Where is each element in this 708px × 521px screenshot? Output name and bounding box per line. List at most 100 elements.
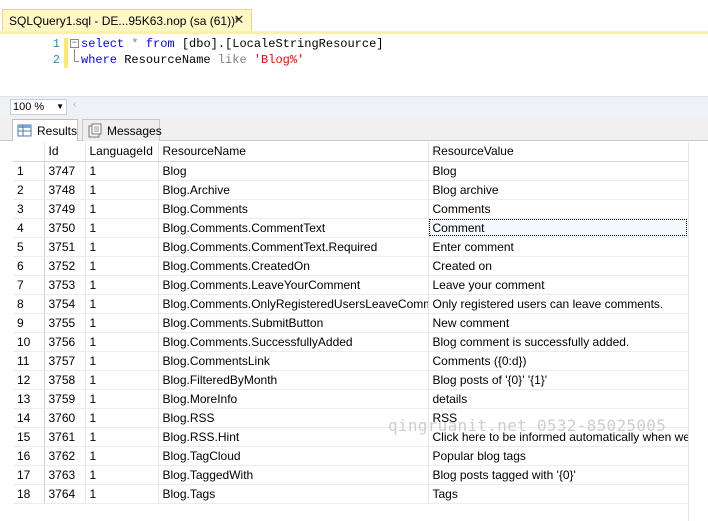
row-number-cell[interactable]: 7 <box>13 275 45 295</box>
languageid-cell[interactable]: 1 <box>85 465 159 485</box>
languageid-cell[interactable]: 1 <box>85 427 159 447</box>
resourcevalue-cell[interactable]: Blog comment is successfully added. <box>428 332 689 352</box>
id-cell[interactable]: 3762 <box>44 446 86 466</box>
id-cell[interactable]: 3748 <box>44 180 86 200</box>
tab-messages[interactable]: Messages <box>82 119 162 141</box>
languageid-cell[interactable]: 1 <box>85 294 159 314</box>
languageid-cell[interactable]: 1 <box>85 218 159 238</box>
table-row[interactable]: 1 3747 1 Blog Blog <box>13 161 689 181</box>
languageid-cell[interactable]: 1 <box>85 180 159 200</box>
resourcename-cell[interactable]: Blog.Comments.SuccessfullyAdded <box>158 332 429 352</box>
resourcename-cell[interactable]: Blog.CommentsLink <box>158 351 429 371</box>
table-row[interactable]: 6 3752 1 Blog.Comments.CreatedOn Created on <box>13 256 689 276</box>
table-row[interactable]: 4 3750 1 Blog.Comments.CommentText Comment <box>13 218 689 238</box>
id-cell[interactable]: 3761 <box>44 427 86 447</box>
row-number-cell[interactable]: 18 <box>13 484 45 504</box>
row-number-cell[interactable]: 15 <box>13 427 45 447</box>
resourcevalue-cell[interactable]: New comment <box>428 313 689 333</box>
column-header-resourcevalue[interactable]: ResourceValue <box>428 142 689 162</box>
id-cell[interactable]: 3750 <box>44 218 86 238</box>
languageid-cell[interactable]: 1 <box>85 446 159 466</box>
resourcevalue-cell[interactable]: Leave your comment <box>428 275 689 295</box>
resourcename-cell[interactable]: Blog.Comments.CreatedOn <box>158 256 429 276</box>
row-number-header[interactable] <box>13 142 45 162</box>
row-number-cell[interactable]: 6 <box>13 256 45 276</box>
resourcename-cell[interactable]: Blog.TaggedWith <box>158 465 429 485</box>
column-header-languageid[interactable]: LanguageId <box>85 142 159 162</box>
id-cell[interactable]: 3758 <box>44 370 86 390</box>
table-row[interactable]: 13 3759 1 Blog.MoreInfo details <box>13 389 689 409</box>
id-cell[interactable]: 3757 <box>44 351 86 371</box>
row-number-cell[interactable]: 11 <box>13 351 45 371</box>
resourcename-cell[interactable]: Blog.Tags <box>158 484 429 504</box>
id-cell[interactable]: 3755 <box>44 313 86 333</box>
table-row[interactable]: 16 3762 1 Blog.TagCloud Popular blog tags <box>13 446 689 466</box>
languageid-cell[interactable]: 1 <box>85 351 159 371</box>
languageid-cell[interactable]: 1 <box>85 408 159 428</box>
column-header-id[interactable]: Id <box>44 142 86 162</box>
id-cell[interactable]: 3760 <box>44 408 86 428</box>
resourcename-cell[interactable]: Blog.Archive <box>158 180 429 200</box>
resourcename-cell[interactable]: Blog.Comments.LeaveYourComment <box>158 275 429 295</box>
row-number-cell[interactable]: 1 <box>13 161 45 181</box>
id-cell[interactable]: 3759 <box>44 389 86 409</box>
languageid-cell[interactable]: 1 <box>85 484 159 504</box>
resourcevalue-cell[interactable]: Created on <box>428 256 689 276</box>
id-cell[interactable]: 3751 <box>44 237 86 257</box>
languageid-cell[interactable]: 1 <box>85 389 159 409</box>
resourcename-cell[interactable]: Blog.TagCloud <box>158 446 429 466</box>
id-cell[interactable]: 3764 <box>44 484 86 504</box>
resourcevalue-cell[interactable]: Blog archive <box>428 180 689 200</box>
row-number-cell[interactable]: 17 <box>13 465 45 485</box>
resourcevalue-cell[interactable]: Comment <box>428 218 689 238</box>
resourcevalue-cell[interactable]: Blog <box>428 161 689 181</box>
id-cell[interactable]: 3752 <box>44 256 86 276</box>
row-number-cell[interactable]: 13 <box>13 389 45 409</box>
id-cell[interactable]: 3749 <box>44 199 86 219</box>
row-number-cell[interactable]: 10 <box>13 332 45 352</box>
resourcename-cell[interactable]: Blog.Comments.OnlyRegisteredUsersLeaveCo… <box>158 294 429 314</box>
resourcename-cell[interactable]: Blog.Comments <box>158 199 429 219</box>
table-row[interactable]: 12 3758 1 Blog.FilteredByMonth Blog posts of… <box>13 370 689 390</box>
resourcevalue-cell[interactable]: Blog posts of '{0}' '{1}' <box>428 370 689 390</box>
row-number-cell[interactable]: 9 <box>13 313 45 333</box>
resourcename-cell[interactable]: Blog <box>158 161 429 181</box>
row-number-cell[interactable]: 5 <box>13 237 45 257</box>
id-cell[interactable]: 3753 <box>44 275 86 295</box>
column-header-resourcename[interactable]: ResourceName <box>158 142 429 162</box>
table-row[interactable]: 10 3756 1 Blog.Comments.SuccessfullyAdded Bl… <box>13 332 689 352</box>
table-row[interactable]: 9 3755 1 Blog.Comments.SubmitButton New comm… <box>13 313 689 333</box>
languageid-cell[interactable]: 1 <box>85 313 159 333</box>
close-icon[interactable]: ✕ <box>231 12 247 28</box>
resourcevalue-cell[interactable]: Comments ({0:d}) <box>428 351 689 371</box>
languageid-cell[interactable]: 1 <box>85 332 159 352</box>
languageid-cell[interactable]: 1 <box>85 370 159 390</box>
resourcename-cell[interactable]: Blog.Comments.CommentText.Required <box>158 237 429 257</box>
id-cell[interactable]: 3763 <box>44 465 86 485</box>
row-number-cell[interactable]: 12 <box>13 370 45 390</box>
resourcevalue-cell[interactable]: Comments <box>428 199 689 219</box>
id-cell[interactable]: 3754 <box>44 294 86 314</box>
resourcename-cell[interactable]: Blog.Comments.CommentText <box>158 218 429 238</box>
resourcename-cell[interactable]: Blog.FilteredByMonth <box>158 370 429 390</box>
id-cell[interactable]: 3747 <box>44 161 86 181</box>
resourcename-cell[interactable]: Blog.MoreInfo <box>158 389 429 409</box>
languageid-cell[interactable]: 1 <box>85 161 159 181</box>
languageid-cell[interactable]: 1 <box>85 237 159 257</box>
languageid-cell[interactable]: 1 <box>85 275 159 295</box>
row-number-cell[interactable]: 4 <box>13 218 45 238</box>
resourcevalue-cell[interactable]: Only registered users can leave comments… <box>428 294 689 314</box>
resourcename-cell[interactable]: Blog.Comments.SubmitButton <box>158 313 429 333</box>
resourcevalue-cell[interactable]: Blog posts tagged with '{0}' <box>428 465 689 485</box>
results-grid[interactable]: Id LanguageId ResourceName ResourceValue… <box>13 142 689 504</box>
resourcevalue-cell[interactable]: Popular blog tags <box>428 446 689 466</box>
table-row[interactable]: 7 3753 1 Blog.Comments.LeaveYourComment Leav… <box>13 275 689 295</box>
languageid-cell[interactable]: 1 <box>85 256 159 276</box>
resourcevalue-cell[interactable]: Enter comment <box>428 237 689 257</box>
table-row[interactable]: 18 3764 1 Blog.Tags Tags <box>13 484 689 504</box>
row-number-cell[interactable]: 3 <box>13 199 45 219</box>
resourcevalue-cell[interactable]: details <box>428 389 689 409</box>
row-number-cell[interactable]: 14 <box>13 408 45 428</box>
table-row[interactable]: 2 3748 1 Blog.Archive Blog archive <box>13 180 689 200</box>
table-row[interactable]: 11 3757 1 Blog.CommentsLink Comments ({0:d}) <box>13 351 689 371</box>
